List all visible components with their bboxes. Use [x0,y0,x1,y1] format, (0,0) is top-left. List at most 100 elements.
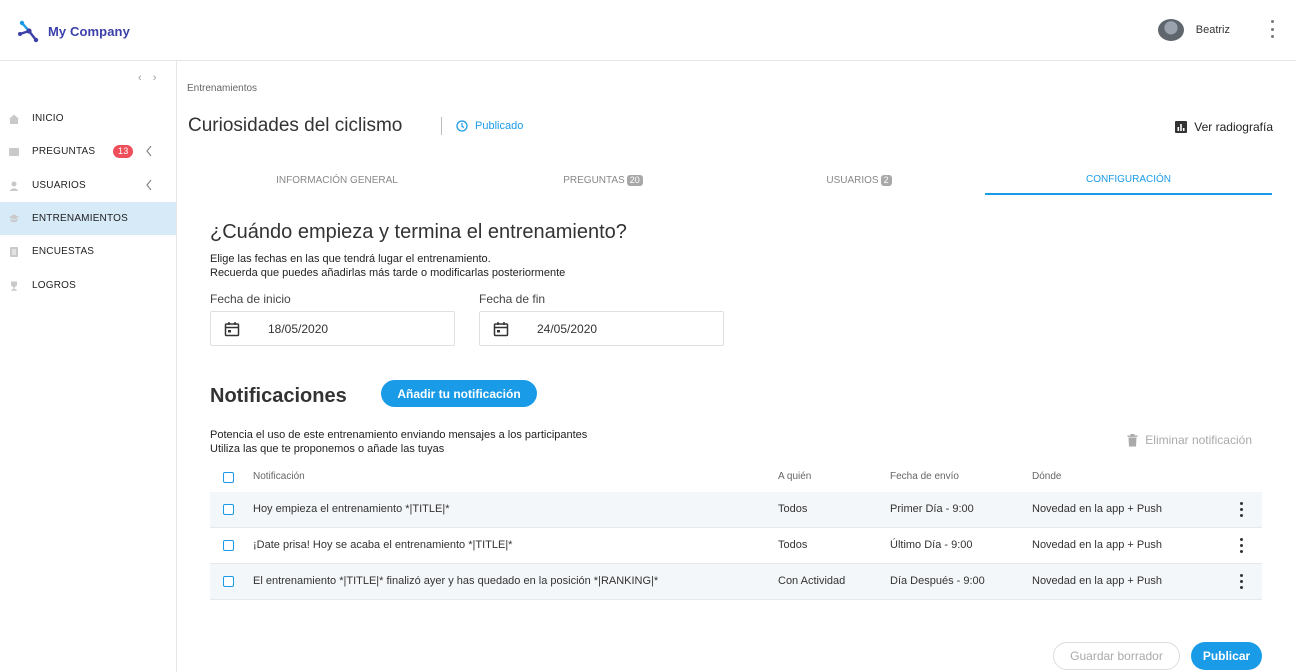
sidebar-item-label: USUARIOS [32,180,86,191]
chevron-left-icon[interactable] [145,145,153,157]
calendar-icon [493,321,509,336]
avatar [1157,19,1184,41]
notification-send-date: Primer Día - 9:00 [890,503,974,515]
column-header[interactable]: Dónde [1032,471,1061,482]
table-row[interactable]: Hoy empieza el entrenamiento *|TITLE|* T… [210,492,1262,528]
title-divider [441,117,442,135]
schedule-desc-line: Elige las fechas en las que tendrá lugar… [210,253,491,265]
sidebar-item-label: LOGROS [32,280,76,291]
sidebar-item-label: ENCUESTAS [32,246,95,257]
network-logo-icon [18,20,39,43]
add-notification-button[interactable]: Añadir tu notificación [381,380,537,407]
preguntas-count-badge: 13 [113,145,134,158]
notification-text: Hoy empieza el entrenamiento *|TITLE|* [253,503,450,515]
row-more-options-icon[interactable] [1239,574,1244,589]
tab-label: PREGUNTAS [563,174,625,186]
notification-send-date: Día Después - 9:00 [890,575,985,587]
table-row[interactable]: ¡Date prisa! Hoy se acaba el entrenamien… [210,528,1262,564]
column-header[interactable]: A quién [778,471,811,482]
chevron-left-icon[interactable] [145,179,153,191]
notification-recipient: Todos [778,539,808,551]
tab-count-badge: 2 [880,174,892,186]
delete-notification-label: Eliminar notificación [1145,433,1252,447]
notification-channel: Novedad en la app + Push [1032,575,1162,587]
user-menu[interactable]: Beatriz [1157,19,1230,41]
notification-recipient: Con Actividad [778,575,846,587]
survey-icon [8,246,20,258]
user-icon [8,180,20,192]
trophy-icon [8,280,20,292]
company-logo[interactable]: My Company [17,19,130,43]
table-row[interactable]: El entrenamiento *|TITLE|* finalizó ayer… [210,564,1262,600]
end-date-value: 24/05/2020 [537,321,598,336]
row-checkbox[interactable] [223,576,234,587]
start-date-field[interactable]: 18/05/2020 [210,311,455,346]
questions-icon [8,146,20,158]
tabs: INFORMACIÓN GENERAL PREGUNTAS 20 USUARIO… [187,165,1272,195]
notification-text: El entrenamiento *|TITLE|* finalizó ayer… [253,575,659,587]
top-bar: My Company Beatriz [0,0,1296,61]
notifications-description: Potencia el uso de este entrenamiento en… [210,428,587,456]
notifications-heading: Notificaciones [210,385,347,407]
schedule-heading: ¿Cuándo empieza y termina el entrenamien… [210,221,627,243]
collapse-sidebar-icon[interactable]: ‹ › [138,72,160,84]
clock-icon [456,120,468,132]
sidebar-item-inicio[interactable]: INICIO [0,102,176,135]
more-options-icon[interactable] [1266,20,1278,38]
xray-label: Ver radiografía [1194,120,1273,134]
sidebar-item-label: INICIO [32,113,64,124]
publish-button[interactable]: Publicar [1191,642,1262,670]
tab-label: INFORMACIÓN GENERAL [276,174,398,186]
calendar-icon [224,321,240,336]
tab-label: USUARIOS [826,174,879,186]
sidebar-item-logros[interactable]: LOGROS [0,269,176,302]
row-checkbox[interactable] [223,540,234,551]
notifications-desc-line: Potencia el uso de este entrenamiento en… [210,429,588,441]
company-name: My Company [48,23,130,39]
bar-chart-icon [1175,121,1188,133]
row-more-options-icon[interactable] [1239,502,1244,517]
home-icon [8,113,20,125]
trash-icon [1127,433,1138,446]
sidebar-item-entrenamientos[interactable]: ENTRENAMIENTOS [0,202,176,235]
end-date-label: Fecha de fin [479,292,546,306]
select-all-checkbox[interactable] [223,472,234,483]
notification-send-date: Último Día - 9:00 [890,539,973,551]
page-title: Curiosidades del ciclismo [188,115,403,136]
start-date-value: 18/05/2020 [268,321,329,336]
sidebar-item-label: ENTRENAMIENTOS [32,213,128,224]
schedule-description: Elige las fechas en las que tendrá lugar… [210,252,565,280]
notification-channel: Novedad en la app + Push [1032,539,1162,551]
sidebar-item-encuestas[interactable]: ENCUESTAS [0,235,176,268]
user-name: Beatriz [1195,24,1230,36]
status-badge: Publicado [456,120,523,132]
sidebar-item-preguntas[interactable]: PREGUNTAS 13 [0,135,176,168]
training-icon [8,213,20,225]
save-draft-button[interactable]: Guardar borrador [1053,642,1180,670]
row-checkbox[interactable] [223,504,234,515]
tab-usuarios[interactable]: USUARIOS 2 [709,165,1009,195]
table-header: Notificación A quién Fecha de envío Dónd… [210,464,1262,492]
notifications-desc-line: Utiliza las que te proponemos o añade la… [210,443,445,455]
tab-preguntas[interactable]: PREGUNTAS 20 [453,165,753,195]
column-header[interactable]: Fecha de envío [890,471,959,482]
row-more-options-icon[interactable] [1239,538,1244,553]
end-date-field[interactable]: 24/05/2020 [479,311,724,346]
status-label: Publicado [475,120,524,132]
breadcrumb[interactable]: Entrenamientos [187,83,257,94]
tab-informacion-general[interactable]: INFORMACIÓN GENERAL [187,165,487,195]
delete-notification-button[interactable]: Eliminar notificación [1127,433,1252,447]
column-header[interactable]: Notificación [253,471,305,482]
notifications-table: Notificación A quién Fecha de envío Dónd… [210,464,1262,600]
tab-configuracion[interactable]: CONFIGURACIÓN [985,165,1272,195]
sidebar-item-usuarios[interactable]: USUARIOS [0,169,176,202]
notification-text: ¡Date prisa! Hoy se acaba el entrenamien… [253,539,513,551]
xray-link[interactable]: Ver radiografía [1175,120,1273,134]
sidebar-item-label: PREGUNTAS [32,146,96,157]
notification-recipient: Todos [778,503,808,515]
sidebar: ‹ › INICIO PREGUNTAS 13 USUARIOS ENTRENA… [0,61,177,672]
notification-channel: Novedad en la app + Push [1032,503,1162,515]
start-date-label: Fecha de inicio [210,292,291,306]
schedule-desc-line: Recuerda que puedes añadirlas más tarde … [210,267,566,279]
tab-label: CONFIGURACIÓN [1086,173,1171,185]
